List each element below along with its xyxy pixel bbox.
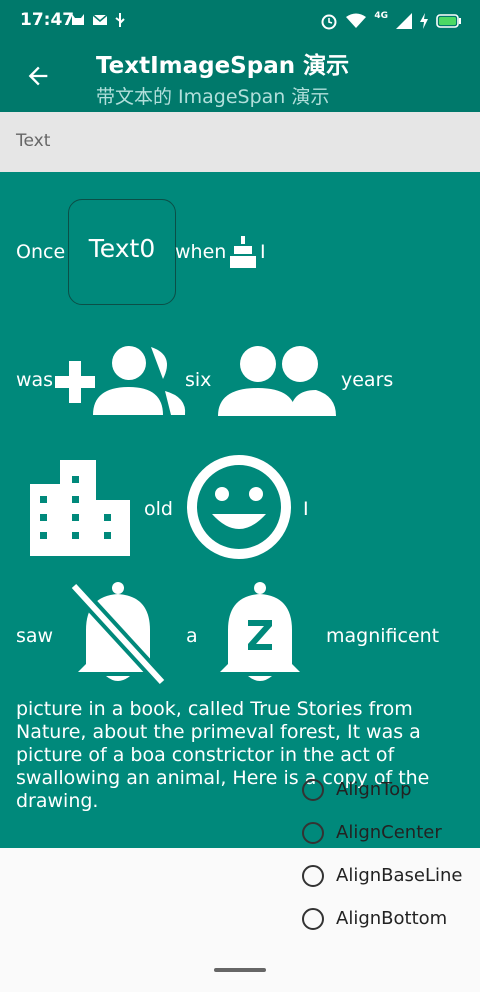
text0-box: Text0 bbox=[68, 199, 176, 305]
radio-circle-icon[interactable] bbox=[302, 821, 324, 844]
snooze-bell-icon bbox=[220, 582, 300, 681]
word-saw: saw bbox=[16, 625, 54, 647]
signal-icon bbox=[396, 13, 412, 29]
span-line-2: was six years bbox=[0, 332, 480, 432]
text-image-span-content: Once Text0 when I was six years old I sa… bbox=[0, 172, 480, 848]
battery-icon bbox=[436, 14, 461, 28]
section-header: Text bbox=[0, 112, 480, 172]
radio-label-align-center: AlignCenter bbox=[336, 822, 442, 843]
gesture-nav-handle[interactable] bbox=[214, 968, 266, 972]
radio-label-align-top: AlignTop bbox=[336, 779, 412, 800]
page-subtitle: 带文本的 ImageSpan 演示 bbox=[96, 86, 330, 108]
add-group-icon bbox=[55, 346, 186, 415]
status-right-icons: 4G bbox=[320, 11, 462, 30]
group-icon bbox=[218, 346, 336, 416]
status-time: 17:47 bbox=[20, 10, 75, 30]
span-line-3: old I bbox=[0, 450, 480, 570]
word-years: years bbox=[341, 369, 394, 391]
word-a: a bbox=[186, 625, 198, 647]
radio-align-bottom[interactable]: AlignBottom bbox=[302, 897, 463, 940]
wifi-icon bbox=[346, 13, 367, 28]
smiley-icon bbox=[187, 455, 291, 559]
radio-label-align-bottom: AlignBottom bbox=[336, 908, 448, 929]
network-label: 4G bbox=[374, 11, 388, 21]
alarm-icon bbox=[321, 14, 337, 30]
word-i-2: I bbox=[303, 498, 309, 520]
radio-circle-icon[interactable] bbox=[302, 778, 324, 801]
notifications-off-icon bbox=[68, 582, 168, 686]
word-i-1: I bbox=[260, 241, 266, 263]
mail-icon bbox=[92, 14, 108, 25]
cat-icon bbox=[72, 14, 84, 25]
app-bar: TextImageSpan 演示 带文本的 ImageSpan 演示 bbox=[0, 40, 480, 112]
status-bar: 17:47 4G bbox=[0, 0, 480, 40]
page-title: TextImageSpan 演示 bbox=[96, 53, 350, 79]
radio-align-baseline[interactable]: AlignBaseLine bbox=[302, 854, 463, 897]
word-when: when bbox=[175, 241, 227, 263]
cake-icon bbox=[230, 236, 256, 268]
radio-align-center[interactable]: AlignCenter bbox=[302, 811, 463, 854]
radio-circle-icon[interactable] bbox=[302, 864, 324, 887]
status-left-icons bbox=[70, 12, 126, 28]
radio-label-align-baseline: AlignBaseLine bbox=[336, 865, 463, 886]
span-line-1: Once Text0 when I bbox=[0, 172, 480, 322]
word-once: Once bbox=[16, 241, 66, 263]
usb-icon bbox=[115, 13, 125, 27]
word-old: old bbox=[144, 498, 173, 520]
section-label: Text bbox=[16, 131, 51, 151]
word-was: was bbox=[16, 369, 54, 391]
charging-icon bbox=[420, 13, 428, 29]
word-six: six bbox=[185, 369, 212, 391]
radio-circle-icon[interactable] bbox=[302, 907, 324, 930]
span-line-4: saw a magnificent bbox=[0, 580, 480, 690]
building-icon bbox=[30, 460, 130, 556]
word-magnificent: magnificent bbox=[326, 625, 440, 647]
back-arrow-icon[interactable] bbox=[24, 62, 52, 90]
radio-align-top[interactable]: AlignTop bbox=[302, 768, 463, 811]
alignment-radio-group: AlignTop AlignCenter AlignBaseLine Align… bbox=[302, 768, 463, 940]
text0-label: Text0 bbox=[88, 234, 156, 263]
